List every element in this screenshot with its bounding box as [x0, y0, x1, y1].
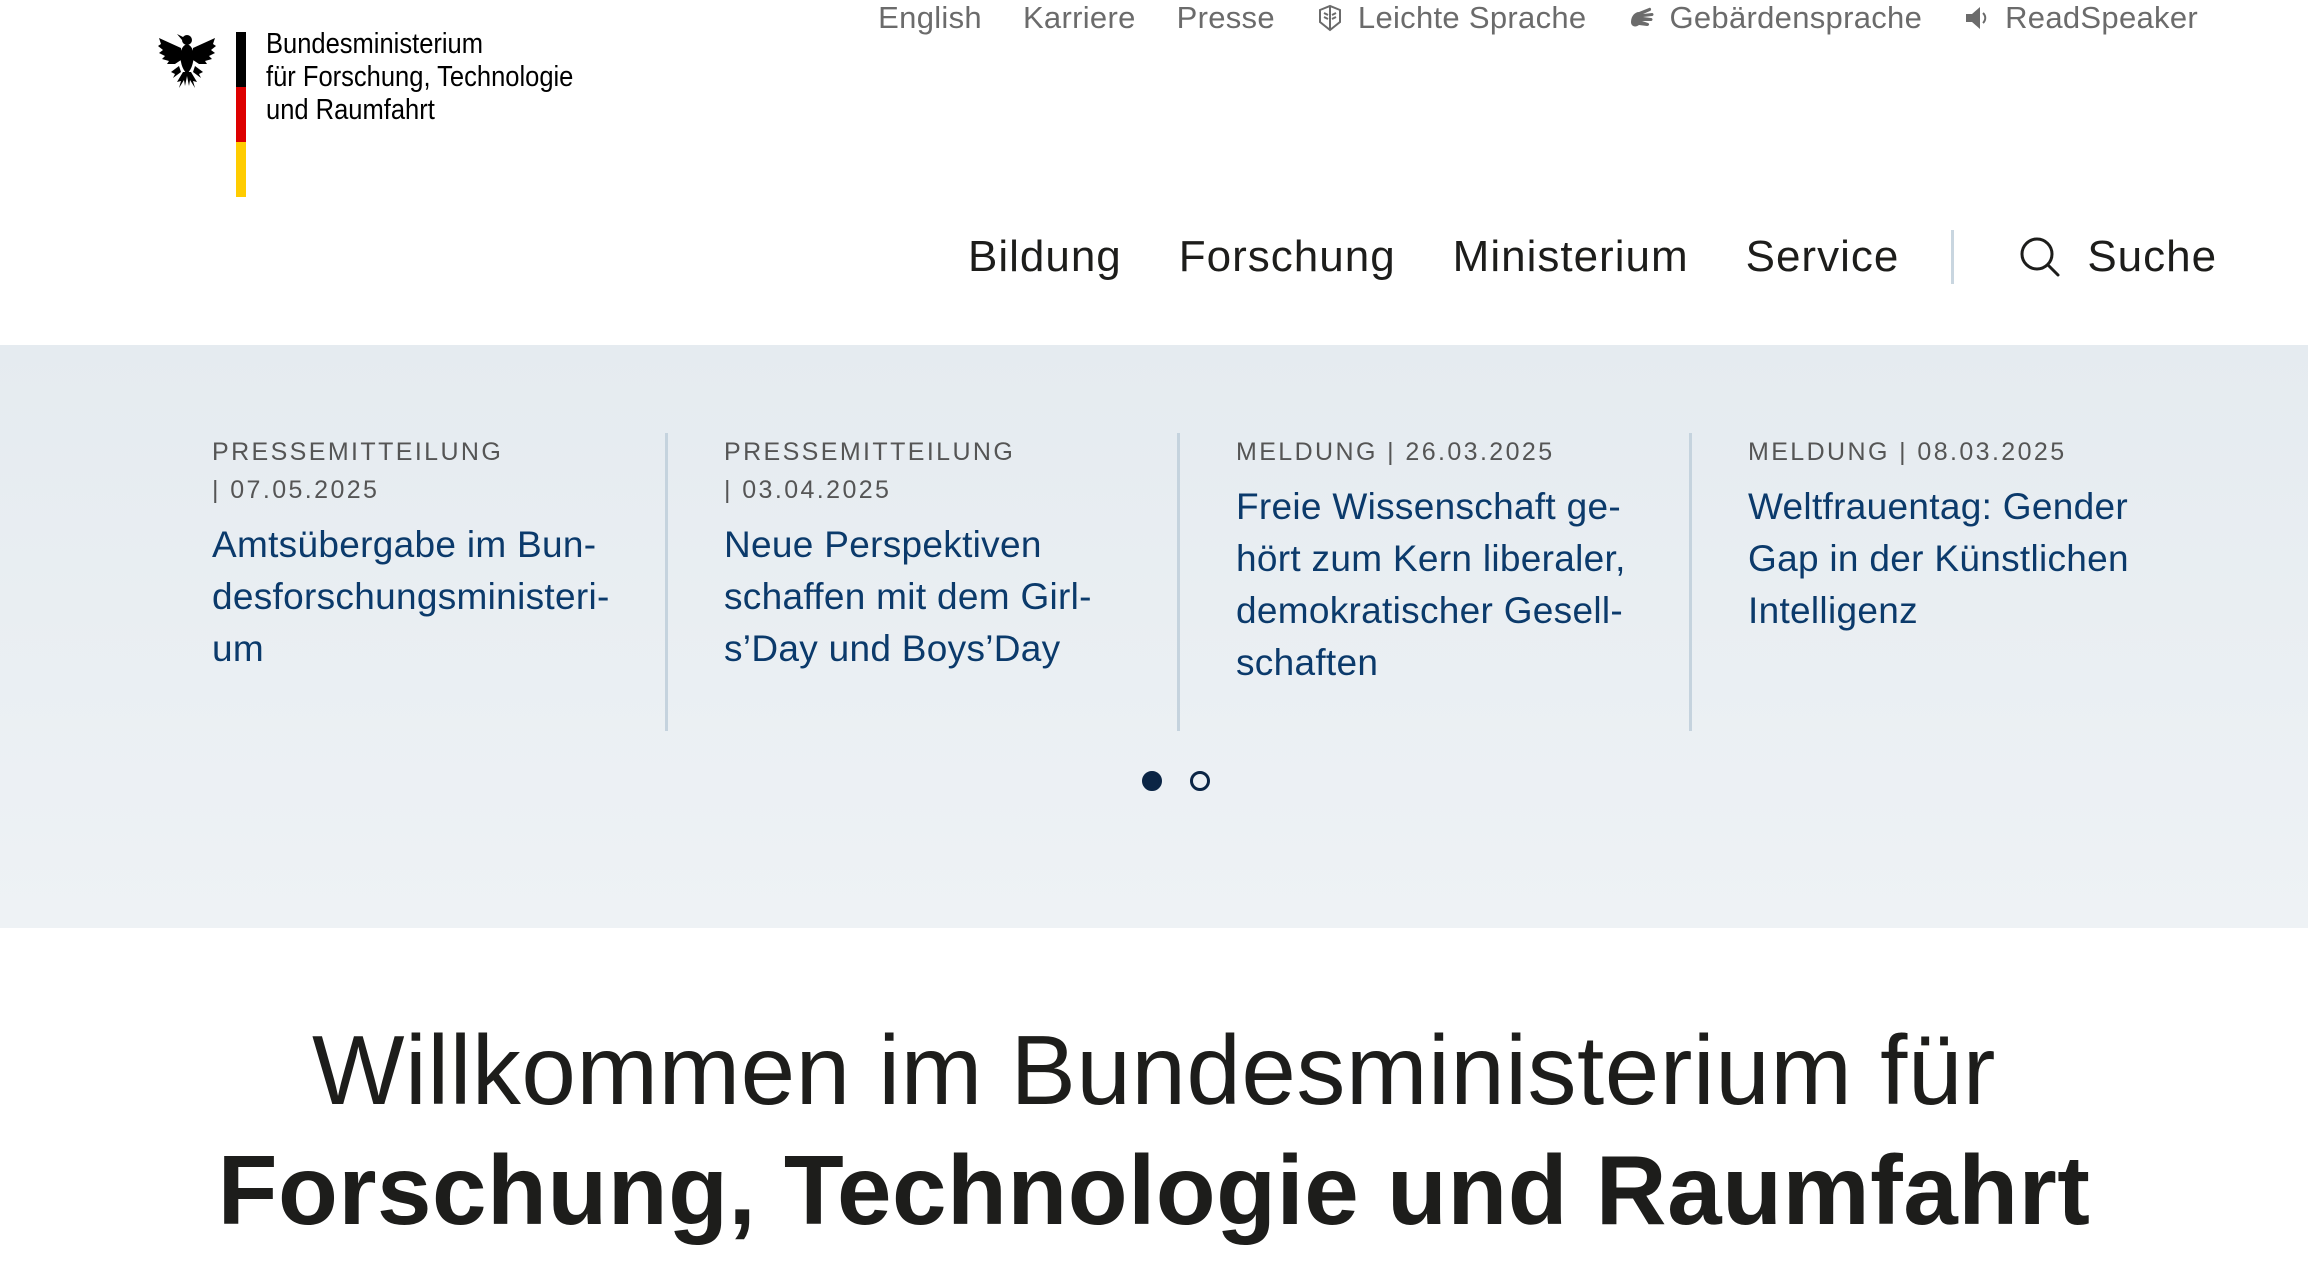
- search-label: Suche: [2087, 232, 2218, 281]
- teaser-headline-line: um: [212, 628, 264, 669]
- news-teaser-band: PRESSEMITTEILUNG | 07.05.2025 Amtsüberga…: [0, 345, 2308, 928]
- nav-item-bildung[interactable]: Bildung: [968, 232, 1122, 282]
- ministry-name-line: Bundesministerium: [266, 28, 484, 60]
- nav-divider: [1951, 230, 1955, 284]
- presse-link[interactable]: Presse: [1177, 0, 1275, 36]
- teaser-divider: [1689, 433, 1692, 731]
- easy-language-icon: [1318, 4, 1341, 32]
- welcome-heading-line-bold: Forschung, Technologie und Raumfahrt: [217, 1135, 2091, 1245]
- teaser-headline[interactable]: Amtsübergabe im Bun- desforschungsminist…: [212, 519, 612, 675]
- teaser-divider: [665, 433, 668, 731]
- nav-item-forschung[interactable]: Forschung: [1179, 232, 1396, 282]
- teaser-headline-line: schaffen mit dem Girl-: [724, 576, 1092, 617]
- federal-eagle-icon: [158, 34, 216, 88]
- welcome-heading: Willkommen im Bundesministerium für Fors…: [0, 1010, 2308, 1250]
- readspeaker-label: ReadSpeaker: [2005, 0, 2198, 35]
- teaser-headline-line: Neue Perspektiven: [724, 524, 1042, 565]
- teaser-divider: [1177, 433, 1180, 731]
- teaser-headline-line: Freie Wissenschaft ge-: [1236, 486, 1621, 527]
- teaser-headline-line: schaften: [1236, 642, 1379, 683]
- teaser-meta-line: PRESSEMITTEILUNG: [724, 438, 1016, 466]
- main-navigation: Bildung Forschung Ministerium Service Su…: [968, 222, 2217, 292]
- news-teaser[interactable]: MELDUNG | 08.03.2025 Weltfrauentag: Gend…: [1748, 433, 2148, 637]
- teaser-headline[interactable]: Freie Wissenschaft ge- hört zum Kern lib…: [1236, 481, 1636, 689]
- ministry-name: Bundesministerium für Forschung, Technol…: [266, 28, 583, 127]
- teaser-headline-line: Intelligenz: [1748, 590, 1918, 631]
- teaser-meta: PRESSEMITTEILUNG | 03.04.2025: [724, 433, 1124, 509]
- teaser-headline-line: s’Day und Boys’Day: [724, 628, 1061, 669]
- news-teaser[interactable]: PRESSEMITTEILUNG | 03.04.2025 Neue Persp…: [724, 433, 1124, 675]
- search-button[interactable]: Suche: [2018, 232, 2217, 282]
- english-link[interactable]: English: [878, 0, 982, 36]
- teaser-meta: MELDUNG | 08.03.2025: [1748, 433, 2148, 471]
- teaser-meta-line: | 03.04.2025: [724, 476, 892, 504]
- news-teaser[interactable]: MELDUNG | 26.03.2025 Freie Wissenschaft …: [1236, 433, 1636, 689]
- site-header: Bundesministerium für Forschung, Technol…: [0, 0, 2308, 345]
- meta-navigation: English Karriere Presse Leichte Sprache …: [878, 0, 2198, 36]
- slider-dot-2[interactable]: [1190, 771, 1210, 791]
- teaser-headline-line: Weltfrauentag: Gender: [1748, 486, 2128, 527]
- nav-item-ministerium[interactable]: Ministerium: [1453, 232, 1689, 282]
- speaker-icon: [1966, 7, 1987, 29]
- search-icon: [2020, 237, 2060, 277]
- karriere-link[interactable]: Karriere: [1023, 0, 1136, 36]
- teaser-headline[interactable]: Weltfrauentag: Gender Gap in der Künstli…: [1748, 481, 2148, 637]
- teaser-meta-line: | 07.05.2025: [212, 476, 380, 504]
- ministry-name-line: für Forschung, Technologie: [266, 61, 574, 93]
- teaser-headline-line: desforschungsministeri-: [212, 576, 610, 617]
- teaser-headline-line: Gap in der Künstlichen: [1748, 538, 2129, 579]
- welcome-section: Willkommen im Bundesministerium für Fors…: [0, 1010, 2308, 1250]
- teaser-meta: PRESSEMITTEILUNG | 07.05.2025: [212, 433, 612, 509]
- readspeaker-link[interactable]: ReadSpeaker: [1963, 0, 2198, 36]
- gebaerdensprache-label: Gebärdensprache: [1669, 0, 1923, 35]
- german-flag-bar: [236, 32, 246, 197]
- teaser-meta-line: MELDUNG | 08.03.2025: [1748, 438, 2067, 466]
- welcome-heading-line: Willkommen im Bundesministerium für: [312, 1015, 1996, 1125]
- slider-pagination: [1142, 771, 1210, 791]
- gebaerdensprache-link[interactable]: Gebärdensprache: [1627, 0, 1922, 36]
- leichte-sprache-label: Leichte Sprache: [1357, 0, 1587, 35]
- ministry-logo[interactable]: Bundesministerium für Forschung, Technol…: [155, 28, 615, 200]
- teaser-meta: MELDUNG | 26.03.2025: [1236, 433, 1636, 471]
- teaser-headline-line: hört zum Kern liberaler,: [1236, 538, 1626, 579]
- teaser-headline-line: demokratischer Gesell-: [1236, 590, 1624, 631]
- leichte-sprache-link[interactable]: Leichte Sprache: [1316, 0, 1587, 36]
- slider-dot-1[interactable]: [1142, 771, 1162, 791]
- sign-language-icon: [1631, 7, 1654, 27]
- teaser-headline-line: Amtsübergabe im Bun-: [212, 524, 597, 565]
- nav-item-service[interactable]: Service: [1746, 232, 1900, 282]
- teaser-meta-line: MELDUNG | 26.03.2025: [1236, 438, 1555, 466]
- ministry-name-line: und Raumfahrt: [266, 94, 435, 126]
- teaser-headline[interactable]: Neue Perspektiven schaffen mit dem Girl-…: [724, 519, 1124, 675]
- news-teaser[interactable]: PRESSEMITTEILUNG | 07.05.2025 Amtsüberga…: [212, 433, 612, 675]
- teaser-meta-line: PRESSEMITTEILUNG: [212, 438, 504, 466]
